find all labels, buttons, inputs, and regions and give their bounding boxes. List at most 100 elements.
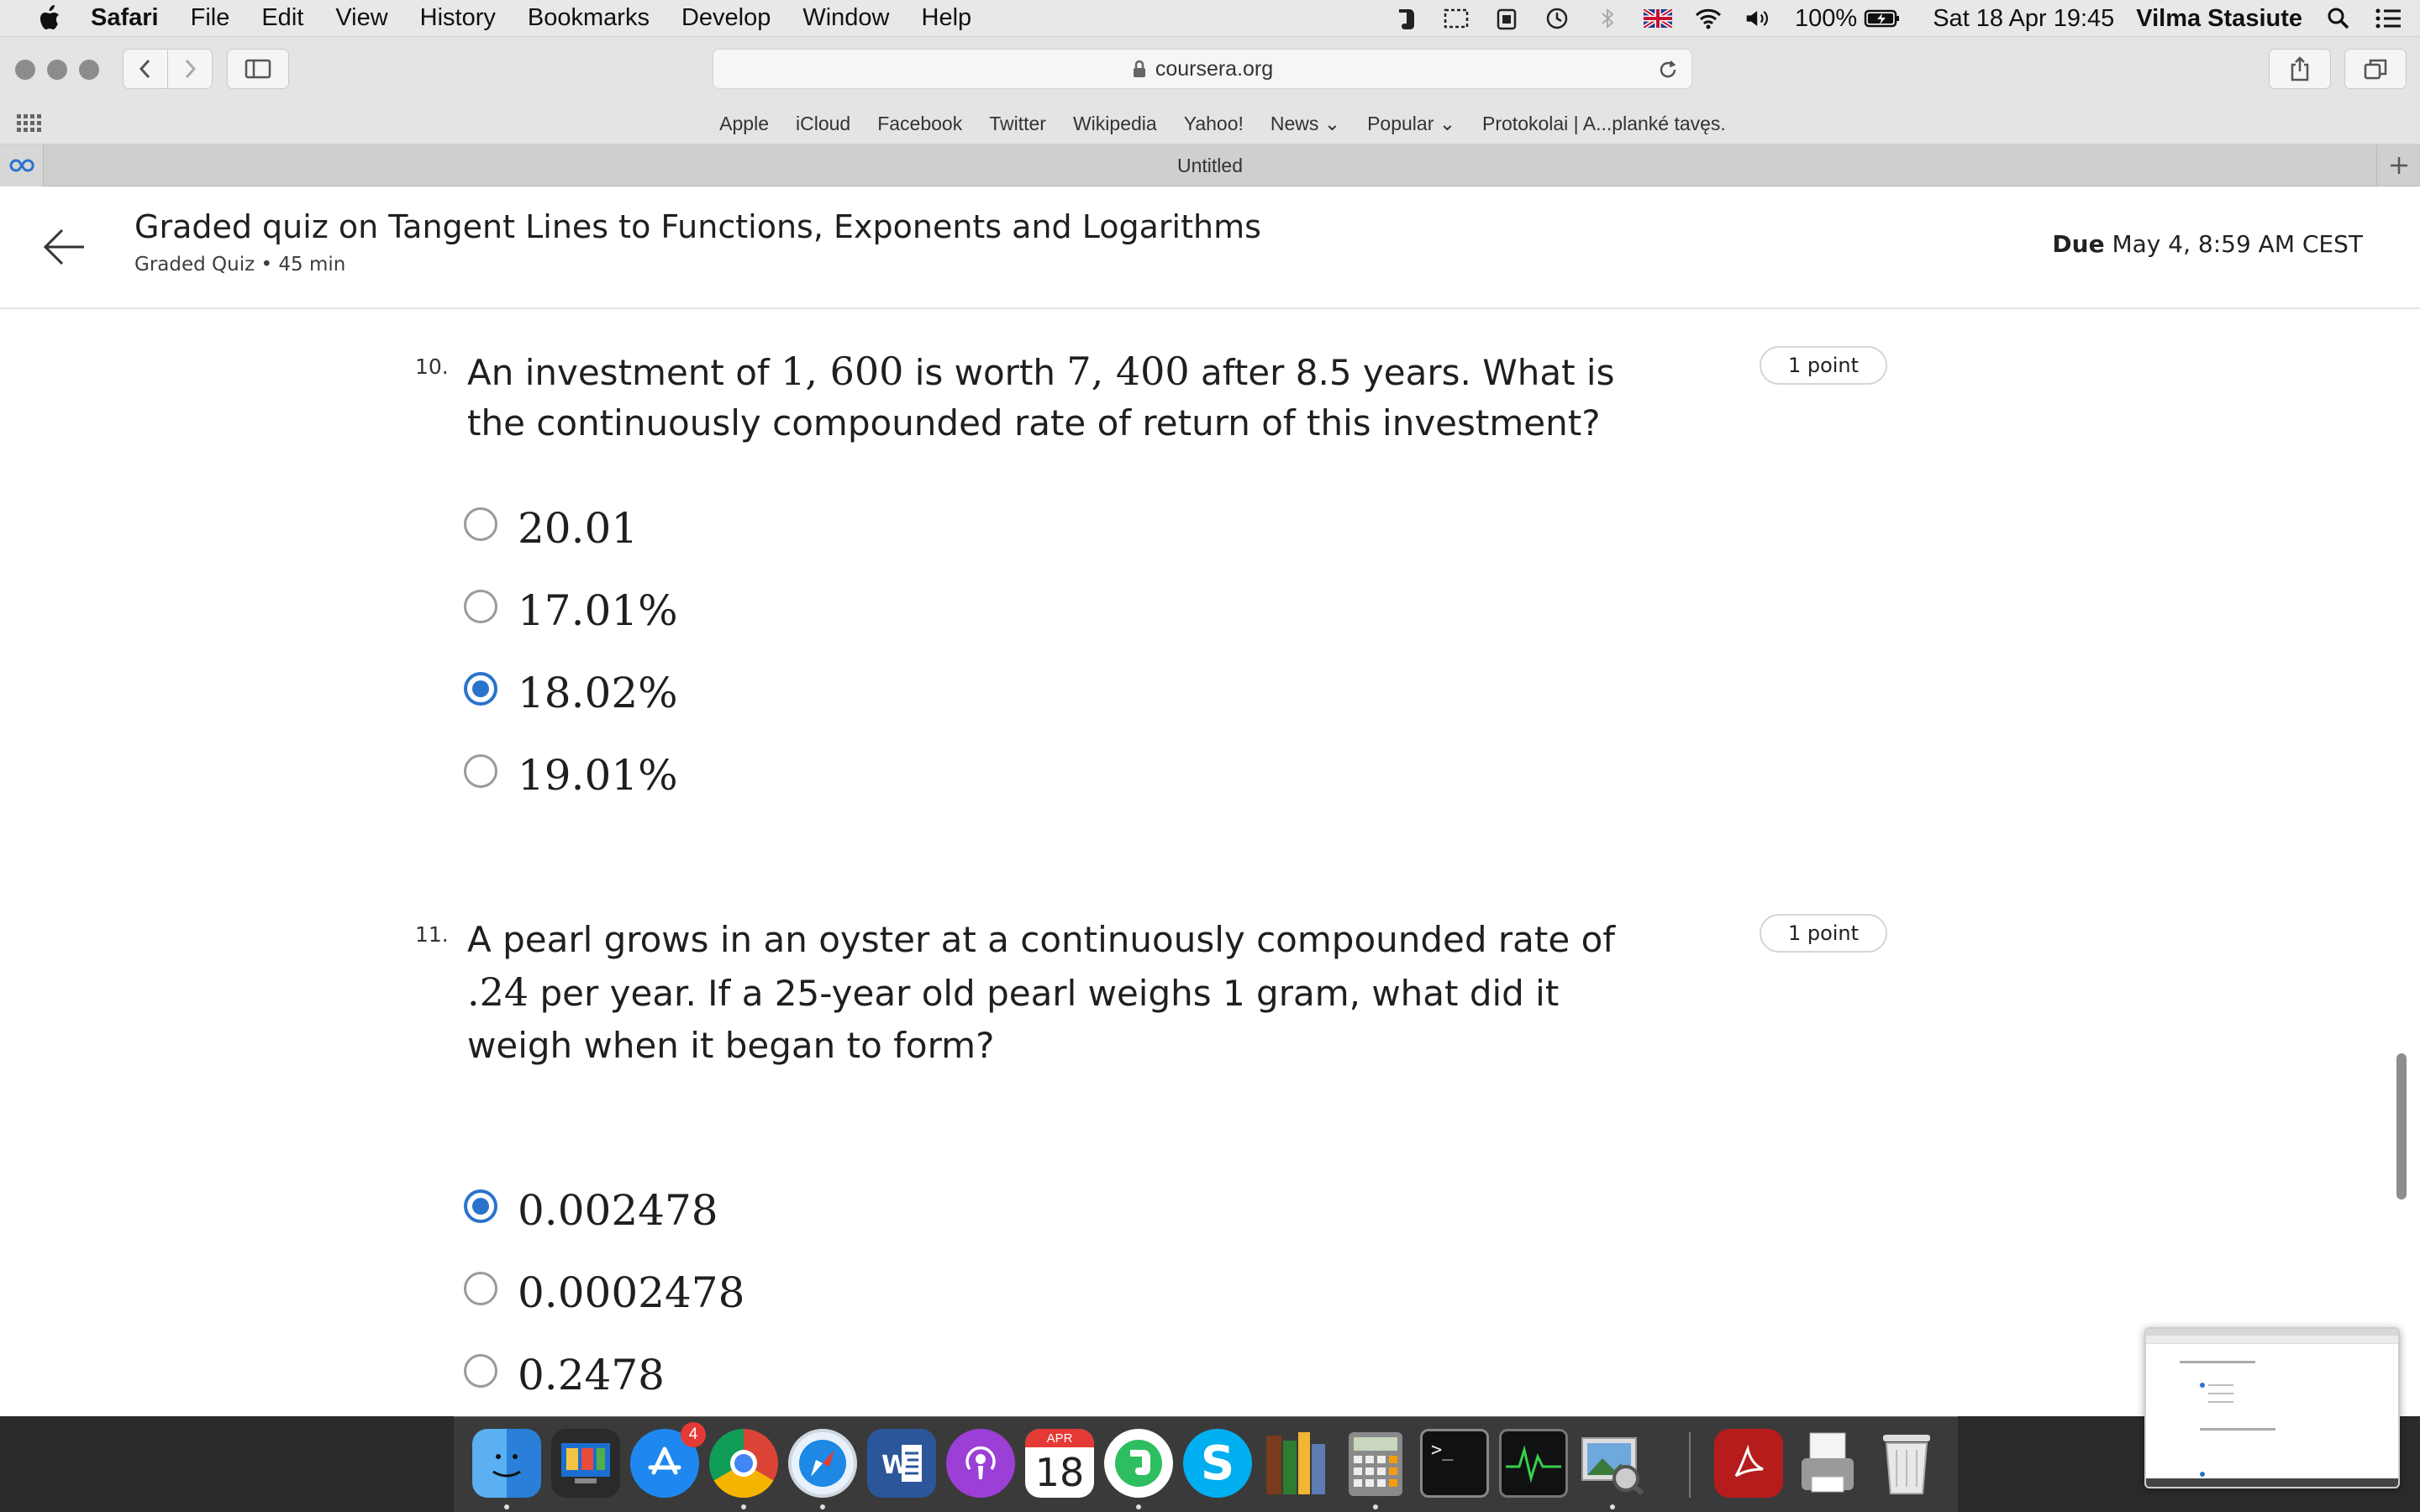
- menu-bookmarks[interactable]: Bookmarks: [528, 4, 650, 32]
- zoom-window-button[interactable]: [79, 60, 99, 80]
- printer-icon[interactable]: [1793, 1429, 1862, 1498]
- favorite-protokolai[interactable]: Protokolai | A...planké tavęs.: [1482, 113, 1726, 135]
- favorite-wikipedia[interactable]: Wikipedia: [1073, 113, 1157, 135]
- podcasts-icon[interactable]: [946, 1429, 1015, 1498]
- pinned-tab-coursera[interactable]: [0, 144, 44, 186]
- question-text-part: An investment of: [467, 352, 781, 393]
- volume-icon[interactable]: [1744, 6, 1773, 31]
- thumbnail-toolbar: [2146, 1329, 2398, 1336]
- close-window-button[interactable]: [15, 60, 35, 80]
- answer-option[interactable]: 19.01%: [464, 744, 678, 800]
- menu-app-name[interactable]: Safari: [91, 4, 159, 32]
- favorite-popular-folder[interactable]: Popular ⌄: [1367, 113, 1455, 135]
- due-date: Due May 4, 8:59 AM CEST: [2052, 230, 2363, 258]
- favorite-facebook[interactable]: Facebook: [877, 113, 962, 135]
- answer-option[interactable]: 18.02%: [464, 662, 678, 717]
- calculator-icon[interactable]: [1341, 1429, 1410, 1498]
- new-tab-button[interactable]: [2376, 144, 2420, 186]
- calendar-icon[interactable]: APR 18: [1025, 1429, 1094, 1498]
- answer-option[interactable]: 20.01: [464, 497, 639, 553]
- running-indicator: [1373, 1504, 1378, 1509]
- acrobat-icon[interactable]: [1714, 1429, 1783, 1498]
- calibre-icon[interactable]: [1262, 1429, 1331, 1498]
- spotlight-search-icon[interactable]: [2324, 6, 2353, 31]
- clock[interactable]: Sat 18 Apr 19:45: [1933, 5, 2114, 33]
- radio-button[interactable]: [464, 1354, 497, 1388]
- bluetooth-icon[interactable]: [1593, 6, 1622, 31]
- user-name[interactable]: Vilma Stasiute: [2136, 5, 2302, 33]
- radio-button[interactable]: [464, 507, 497, 541]
- answer-label: 20.01: [518, 504, 639, 553]
- clipboard-icon[interactable]: [1492, 6, 1521, 31]
- menu-view[interactable]: View: [335, 4, 387, 32]
- answer-option[interactable]: 0.0002478: [464, 1262, 744, 1317]
- answer-option[interactable]: 0.2478: [464, 1344, 665, 1399]
- back-arrow-icon[interactable]: [40, 223, 87, 270]
- thumbnail-line: [2180, 1361, 2255, 1363]
- chrome-icon[interactable]: [709, 1429, 778, 1498]
- due-label: Due: [2052, 230, 2105, 258]
- radio-button[interactable]: [464, 1272, 497, 1305]
- answer-option[interactable]: 0.002478: [464, 1179, 718, 1235]
- radio-button[interactable]: [464, 754, 497, 788]
- radio-button[interactable]: [464, 590, 497, 623]
- sidebar-toggle-button[interactable]: [227, 49, 289, 89]
- battery-icon[interactable]: [1864, 6, 1901, 31]
- menu-help[interactable]: Help: [922, 4, 972, 32]
- favorite-icloud[interactable]: iCloud: [796, 113, 850, 135]
- finder-icon[interactable]: [472, 1429, 541, 1498]
- screenshot-icon[interactable]: [1442, 6, 1470, 31]
- answer-label: 18.02%: [518, 669, 678, 717]
- scrollbar-thumb[interactable]: [2396, 1053, 2407, 1200]
- reload-icon[interactable]: [1656, 58, 1680, 81]
- notification-center-icon[interactable]: [2375, 6, 2403, 31]
- skype-icon[interactable]: S: [1183, 1429, 1252, 1498]
- word-icon[interactable]: W: [867, 1429, 936, 1498]
- back-button[interactable]: [123, 49, 168, 89]
- preview-icon[interactable]: [1578, 1429, 1647, 1498]
- menu-bar: Safari File Edit View History Bookmarks …: [0, 0, 2420, 37]
- radio-button-selected[interactable]: [464, 672, 497, 706]
- thumbnail-line: [2208, 1401, 2233, 1403]
- evernote-icon[interactable]: [1104, 1429, 1173, 1498]
- uk-flag-icon[interactable]: [1644, 6, 1673, 31]
- safari-icon[interactable]: [788, 1429, 857, 1498]
- trash-icon[interactable]: [1872, 1429, 1941, 1498]
- activity-monitor-icon[interactable]: [1499, 1429, 1568, 1498]
- answer-option[interactable]: 17.01%: [464, 580, 678, 635]
- kodi-icon[interactable]: [551, 1429, 620, 1498]
- screenshot-thumbnail[interactable]: [2144, 1327, 2400, 1488]
- dock: 4 W APR 18 S >_: [454, 1416, 1958, 1512]
- minimize-window-button[interactable]: [47, 60, 67, 80]
- active-tab[interactable]: Untitled: [44, 144, 2376, 186]
- favorite-news-folder[interactable]: News ⌄: [1270, 113, 1340, 135]
- menu-window[interactable]: Window: [802, 4, 889, 32]
- favorite-twitter[interactable]: Twitter: [989, 113, 1046, 135]
- wifi-icon[interactable]: [1694, 6, 1723, 31]
- radio-button-selected[interactable]: [464, 1189, 497, 1223]
- menu-edit[interactable]: Edit: [261, 4, 303, 32]
- tabs-overview-icon: [2364, 59, 2387, 80]
- favorites-bar: Apple iCloud Facebook Twitter Wikipedia …: [0, 102, 2420, 144]
- apple-menu-icon[interactable]: [32, 3, 66, 34]
- answer-label: 17.01%: [518, 586, 678, 635]
- address-bar[interactable]: coursera.org: [713, 49, 1692, 89]
- thumbnail-line: [2208, 1393, 2233, 1394]
- favorite-yahoo[interactable]: Yahoo!: [1184, 113, 1244, 135]
- question-text-part: A pearl grows in an oyster at a continuo…: [467, 919, 1616, 960]
- menu-history[interactable]: History: [420, 4, 496, 32]
- menu-develop[interactable]: Develop: [681, 4, 771, 32]
- points-badge: 1 point: [1760, 346, 1887, 385]
- share-icon: [2291, 56, 2309, 81]
- browser-toolbar: coursera.org: [0, 37, 2420, 102]
- answer-label: 0.2478: [518, 1351, 665, 1399]
- show-tabs-button[interactable]: [2344, 49, 2407, 89]
- evernote-icon[interactable]: [1392, 6, 1420, 31]
- menu-file[interactable]: File: [191, 4, 230, 32]
- time-machine-icon[interactable]: [1543, 6, 1571, 31]
- forward-button[interactable]: [167, 49, 213, 89]
- favorite-apple[interactable]: Apple: [719, 113, 769, 135]
- quiz-subtitle: Graded Quiz • 45 min: [134, 254, 346, 276]
- terminal-icon[interactable]: >_: [1420, 1429, 1489, 1498]
- share-button[interactable]: [2269, 49, 2331, 89]
